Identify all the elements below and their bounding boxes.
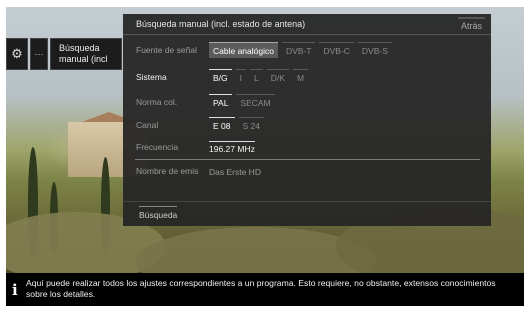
row-system: Sistema B/G I L D/K M xyxy=(123,67,491,87)
menu-item-manual-search[interactable]: Búsqueda manual (incl xyxy=(50,38,122,70)
row-signal-source: Fuente de señal Cable analógico DVB-T DV… xyxy=(123,40,491,60)
option-dk[interactable]: D/K xyxy=(266,69,289,85)
station-name-value[interactable]: Das Erste HD xyxy=(209,165,261,177)
station-name-label: Nombre de emis xyxy=(136,166,199,176)
dialog-title: Búsqueda manual (incl. estado de antena) xyxy=(136,19,306,29)
option-s24[interactable]: S 24 xyxy=(238,117,264,133)
row-color-norm: Norma col. PAL SECAM xyxy=(123,92,491,112)
option-dvb-c[interactable]: DVB-C xyxy=(319,42,354,58)
search-button[interactable]: Búsqueda xyxy=(139,206,178,220)
option-secam[interactable]: SECAM xyxy=(236,94,275,110)
dialog-header: Búsqueda manual (incl. estado de antena)… xyxy=(123,14,491,35)
back-button[interactable]: Atrás xyxy=(457,17,485,31)
info-bar: i Aquí puede realizar todos los ajustes … xyxy=(6,273,524,306)
frequency-value[interactable]: 196.27 MHz xyxy=(209,141,255,154)
option-e08[interactable]: E 08 xyxy=(209,117,235,133)
row-channel: Canal E 08 S 24 xyxy=(123,115,491,135)
row-station-name: Nombre de emis Das Erste HD xyxy=(123,161,491,181)
option-i[interactable]: I xyxy=(235,69,247,85)
info-icon: i xyxy=(12,281,18,299)
manual-search-dialog: Búsqueda manual (incl. estado de antena)… xyxy=(123,14,491,201)
more-button[interactable]: ··· xyxy=(30,38,48,70)
tv-screen: ⚙ ··· Búsqueda manual (incl Búsqueda man… xyxy=(6,7,524,306)
info-text: Aquí puede realizar todos los ajustes co… xyxy=(26,278,496,299)
gear-icon[interactable]: ⚙ xyxy=(6,38,28,70)
option-dvb-t[interactable]: DVB-T xyxy=(281,42,316,58)
option-pal[interactable]: PAL xyxy=(209,94,233,110)
option-bg[interactable]: B/G xyxy=(209,69,232,85)
system-label: Sistema xyxy=(136,72,167,82)
side-menu: ⚙ ··· Búsqueda manual (incl xyxy=(6,38,122,70)
option-m[interactable]: M xyxy=(292,69,309,85)
frequency-label: Frecuencia xyxy=(136,142,179,152)
divider xyxy=(135,159,480,160)
row-frequency: Frecuencia 196.27 MHz xyxy=(123,137,491,157)
search-bar: Búsqueda xyxy=(123,201,491,226)
option-l[interactable]: L xyxy=(250,69,263,85)
color-norm-label: Norma col. xyxy=(136,97,178,107)
channel-label: Canal xyxy=(136,120,159,130)
option-cable-analog[interactable]: Cable analógico xyxy=(209,42,278,58)
option-dvb-s[interactable]: DVB-S xyxy=(357,42,392,58)
signal-source-label: Fuente de señal xyxy=(136,45,197,55)
